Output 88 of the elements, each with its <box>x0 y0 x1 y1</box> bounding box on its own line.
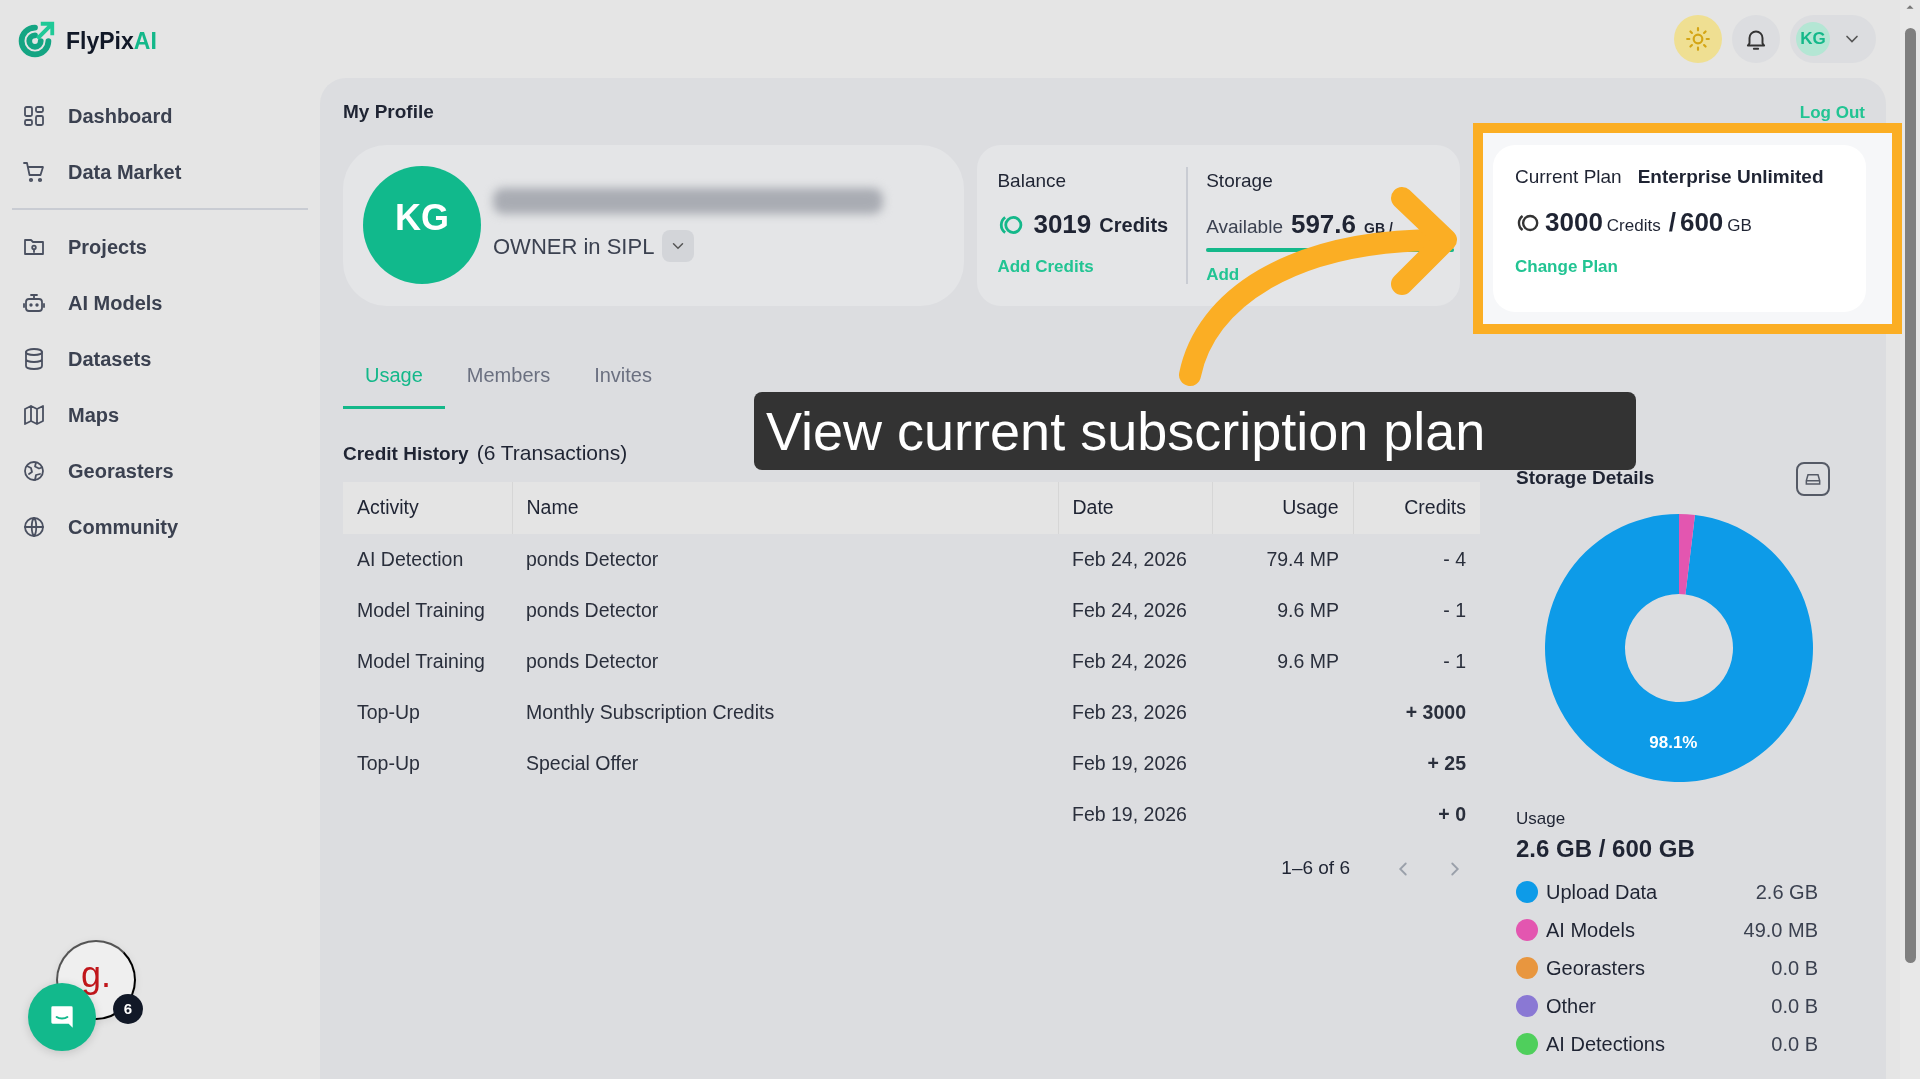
table-cell: AI Detection <box>343 534 512 585</box>
storage-label: Storage <box>1206 168 1274 193</box>
legend-value: 0.0 B <box>1771 956 1819 981</box>
column-header: Usage <box>1212 482 1353 534</box>
legend-value: 49.0 MB <box>1743 918 1819 943</box>
organization-dropdown-button[interactable] <box>662 230 695 262</box>
grid-icon <box>22 104 46 128</box>
credits-unit: Credits <box>1606 215 1661 237</box>
table-cell-text: Model Training <box>356 648 486 674</box>
cart-icon <box>22 160 46 184</box>
table-cell-text: 9.6 MP <box>1276 648 1340 674</box>
sidebar-item[interactable]: Projects <box>12 219 308 275</box>
usage-label: Usage <box>1516 807 1567 830</box>
table-cell-text: Monthly Subscription Credits <box>525 699 776 725</box>
table-cell-text: - 1 <box>1442 597 1467 623</box>
page-title: My Profile <box>343 100 434 124</box>
table-cell-text: Special Offer <box>525 750 640 776</box>
storage-button[interactable] <box>1796 461 1830 496</box>
legend-value: 2.6 GB <box>1755 880 1819 905</box>
pagination-text: 1–6 of 6 <box>1281 856 1350 880</box>
table-cell: Feb 24, 2026 <box>1058 534 1212 585</box>
table-cell: 79.4 MP <box>1212 534 1353 585</box>
table-cell-text: Feb 19, 2026 <box>1071 750 1188 776</box>
table-cell-text: ponds Detector <box>525 597 660 623</box>
table-cell-text: + 0 <box>1437 801 1467 827</box>
balance-label: Balance <box>997 168 1068 193</box>
table-cell-text: Feb 23, 2026 <box>1071 699 1188 725</box>
legend-value: 0.0 B <box>1771 1032 1819 1057</box>
legend-label: AI Models <box>1546 918 1636 943</box>
slice-label: 98.1% <box>1649 732 1698 752</box>
legend-value: 0.0 B <box>1771 994 1819 1019</box>
storage-unit: GB <box>1727 215 1752 237</box>
table-cell-text: + 25 <box>1426 750 1467 776</box>
sidebar-item[interactable]: Maps <box>12 387 308 443</box>
table-cell-text: Feb 24, 2026 <box>1071 597 1188 623</box>
table-cell-text: Feb 19, 2026 <box>1071 801 1188 827</box>
notification-badge: 6 <box>113 994 143 1024</box>
database-icon <box>22 347 46 371</box>
robot-icon <box>22 291 46 315</box>
separator: / <box>1668 206 1676 239</box>
plan-storage: 600 <box>1679 206 1724 239</box>
table-cell-text: ponds Detector <box>525 648 660 674</box>
brand-name: FlyPixAI <box>66 26 157 56</box>
legend-label: Georasters <box>1546 956 1646 981</box>
table-cell-text: Top-Up <box>356 699 421 725</box>
tab[interactable]: Invites <box>572 341 674 409</box>
credits-unit: Credits <box>1099 212 1169 238</box>
available-label: Available <box>1206 215 1283 239</box>
column-header: Name <box>512 482 1058 534</box>
map-icon <box>22 403 46 427</box>
caption: View current subscription plan <box>754 392 1636 470</box>
table-cell-text: - 1 <box>1442 648 1467 674</box>
table-cell: - 4 <box>1353 534 1480 585</box>
role-text: OWNER in SIPL <box>493 232 655 261</box>
theme-toggle-button[interactable] <box>1674 15 1722 63</box>
avatar: KG <box>363 166 481 284</box>
legend-label: AI Detections <box>1546 1032 1666 1057</box>
transaction-count: (6 Transactions) <box>476 439 628 466</box>
sidebar-item[interactable]: Datasets <box>12 331 308 387</box>
legend-label: Upload Data <box>1546 880 1659 905</box>
globe-icon <box>22 459 46 483</box>
plan-credits: 3000 <box>1545 206 1603 239</box>
legend-label: Other <box>1546 994 1598 1019</box>
sidebar-item[interactable]: Community <box>12 499 308 555</box>
table-cell-text: + 3000 <box>1404 699 1467 725</box>
credit-balance: 3019 <box>1033 208 1092 241</box>
column-header: Activity <box>343 482 512 534</box>
sidebar-item[interactable]: AI Models <box>12 275 308 331</box>
plan-name: Enterprise Unlimited <box>1637 164 1824 189</box>
table-cell: ponds Detector <box>512 534 1058 585</box>
sidebar-item[interactable]: Dashboard <box>12 88 308 144</box>
table-cell-text: Top-Up <box>356 750 421 776</box>
avatar: KG <box>1796 22 1830 56</box>
globe-icon <box>22 515 46 539</box>
sidebar-item[interactable]: Georasters <box>12 443 308 499</box>
table-cell-text: Model Training <box>356 597 486 623</box>
column-header: Credits <box>1353 482 1480 534</box>
usage-value: 2.6 GB / 600 GB <box>1516 834 1696 864</box>
plan-label: Current Plan <box>1515 164 1622 189</box>
column-header: Date <box>1058 482 1212 534</box>
available-storage: 597.6 <box>1290 208 1357 241</box>
notifications-button[interactable] <box>1732 15 1780 63</box>
table-cell-text: 9.6 MP <box>1276 597 1340 623</box>
section-title: Credit History <box>343 441 469 466</box>
tab[interactable]: Members <box>444 341 573 409</box>
table-cell-text: Feb 24, 2026 <box>1071 648 1188 674</box>
sun-icon <box>1685 26 1711 52</box>
sidebar-item[interactable]: Data Market <box>12 144 308 200</box>
